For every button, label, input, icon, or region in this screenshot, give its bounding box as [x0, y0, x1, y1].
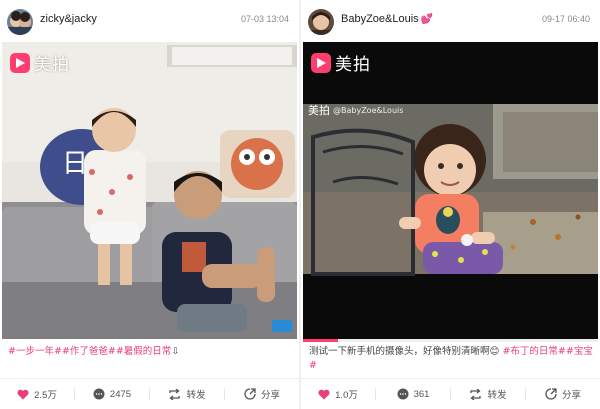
caption-text: 测试一下新手机的摄像头，好像特别清晰啊 — [309, 346, 490, 357]
meipai-logo-icon — [10, 52, 30, 73]
user-watermark: 美拍 @BabyZoe&Louis — [308, 104, 404, 117]
post-header: BabyZoe&Louis 💕 09-17 06:40 — [301, 0, 600, 42]
video-progress-bar[interactable] — [303, 339, 598, 342]
actions-divider — [301, 378, 600, 379]
share-label: 分享 — [561, 390, 581, 401]
meipai-watermark: 美拍 — [10, 50, 70, 75]
share-label: 分享 — [260, 390, 280, 401]
like-button[interactable]: 1.0万 — [301, 384, 375, 404]
repost-label: 转发 — [186, 390, 206, 401]
video-thumbnail[interactable]: 美拍 美拍 @BabyZoe&Louis — [303, 42, 598, 339]
action-bar: 2.5万 2475 转发 分享 — [0, 384, 299, 404]
like-count: 1.0万 — [335, 390, 358, 401]
comment-count: 361 — [413, 388, 430, 400]
heart-icon — [17, 389, 29, 400]
username[interactable]: BabyZoe&Louis 💕 — [341, 13, 433, 25]
emoji: 😊 — [489, 346, 500, 357]
avatar[interactable] — [7, 9, 33, 35]
heart-badge-icon: 💕 — [420, 14, 434, 25]
share-button[interactable]: 分享 — [225, 384, 299, 404]
share-button[interactable]: 分享 — [526, 384, 600, 404]
video-progress-fill — [303, 339, 339, 342]
like-button[interactable]: 2.5万 — [0, 384, 74, 404]
timestamp: 09-17 06:40 — [541, 14, 590, 24]
timestamp: 07-03 13:04 — [240, 14, 289, 24]
repost-icon — [469, 388, 482, 400]
actions-divider — [0, 378, 299, 379]
like-count: 2.5万 — [34, 390, 57, 401]
repost-icon — [168, 388, 181, 400]
share-icon — [244, 388, 256, 400]
post-header: zicky&jacky 07-03 13:04 — [0, 0, 299, 42]
username[interactable]: zicky&jacky — [40, 13, 97, 25]
comment-icon — [93, 388, 105, 400]
post-caption: #一步一年##作了爸爸##暑假的日常⇩ — [8, 345, 293, 359]
action-bar: 1.0万 361 转发 分享 — [301, 384, 600, 404]
repost-button[interactable]: 转发 — [451, 384, 525, 404]
avatar[interactable] — [308, 9, 334, 35]
post-card-1[interactable]: zicky&jacky 07-03 13:04 日 美拍 #一步一年##作了爸爸… — [0, 0, 299, 409]
post-caption: 测试一下新手机的摄像头，好像特别清晰啊😊 #布丁的日常##宝宝# — [309, 345, 594, 373]
heart-icon — [318, 389, 330, 400]
meipai-logo-icon — [311, 52, 331, 73]
comment-button[interactable]: 2475 — [75, 384, 149, 404]
repost-label: 转发 — [487, 390, 507, 401]
emoji: ⇩ — [171, 346, 180, 357]
comment-button[interactable]: 361 — [376, 384, 450, 404]
share-icon — [545, 388, 557, 400]
comment-icon — [397, 388, 409, 400]
video-thumbnail[interactable]: 日 美拍 — [2, 42, 297, 339]
hashtag[interactable]: #一步一年##作了爸爸##暑假的日常 — [8, 346, 171, 357]
post-card-2[interactable]: BabyZoe&Louis 💕 09-17 06:40 美拍 美拍 @BabyZ… — [301, 0, 600, 409]
meipai-watermark: 美拍 — [311, 50, 371, 75]
repost-button[interactable]: 转发 — [150, 384, 224, 404]
comment-count: 2475 — [109, 388, 132, 400]
